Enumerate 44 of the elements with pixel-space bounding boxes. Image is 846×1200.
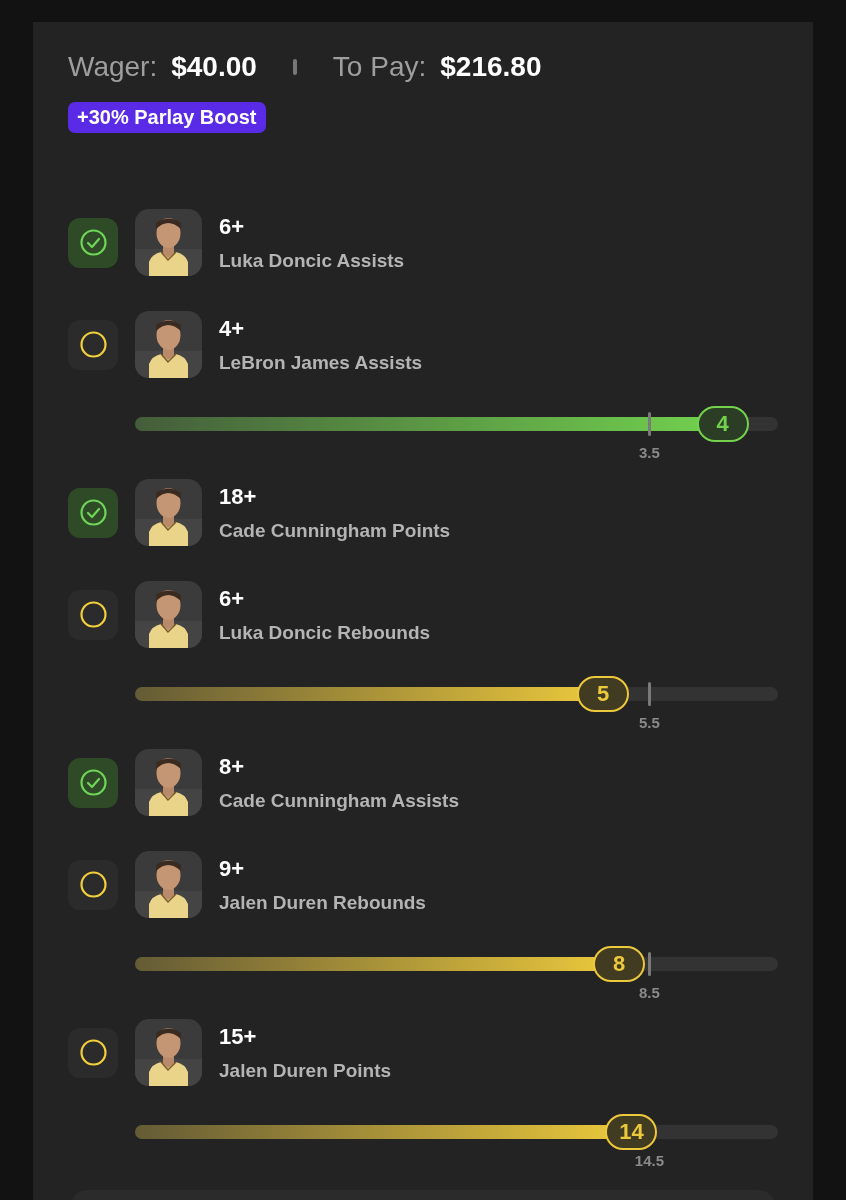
stat-line: 8+ [219,753,246,780]
check-icon [79,499,107,526]
player-market: Luka Doncic Assists [219,249,405,272]
wager-label: Wager: [68,51,158,83]
stat-line: 4+ [219,315,246,342]
target-marker [648,412,652,436]
player-market: LeBron James Assists [219,351,423,374]
target-marker [648,952,652,976]
player-market: Cade Cunningham Assists [219,789,459,812]
player-market: Jalen Duren Rebounds [219,891,426,914]
check-icon [79,229,107,256]
stat-line: 6+ [219,213,246,240]
status-checkbox[interactable] [68,589,118,640]
target-value: 3.5 [638,444,660,461]
to-pay-amount: $216.80 [440,51,542,83]
target-value: 5.5 [638,714,660,731]
boost-badge: +30% Parlay Boost [68,102,266,133]
current-value-pill: 8 [593,946,646,982]
stat-line: 18+ [219,483,258,510]
stat-line: 9+ [219,855,246,882]
status-checkbox[interactable] [68,217,118,268]
circle-icon [79,331,107,358]
circle-icon [79,601,107,628]
target-marker [648,682,652,706]
player-market: Cade Cunningham Points [219,519,451,542]
current-value-pill: 5 [577,676,630,712]
status-checkbox[interactable] [68,859,118,910]
wager-amount: $40.00 [171,51,257,83]
status-checkbox[interactable] [68,1027,118,1078]
stat-line: 6+ [219,585,246,612]
current-value-pill: 4 [696,406,749,442]
circle-icon [79,871,107,898]
status-checkbox[interactable] [68,487,118,538]
to-pay-label: To Pay: [332,51,427,83]
player-market: Jalen Duren Points [219,1059,392,1082]
stat-line: 15+ [219,1023,258,1050]
status-checkbox[interactable] [68,319,118,370]
circle-icon [79,1039,107,1066]
status-checkbox[interactable] [68,757,118,808]
current-value-pill: 14 [605,1114,658,1150]
check-icon [79,769,107,796]
target-value: 14.5 [634,1152,664,1169]
player-market: Luka Doncic Rebounds [219,621,431,644]
target-value: 8.5 [638,984,660,1001]
